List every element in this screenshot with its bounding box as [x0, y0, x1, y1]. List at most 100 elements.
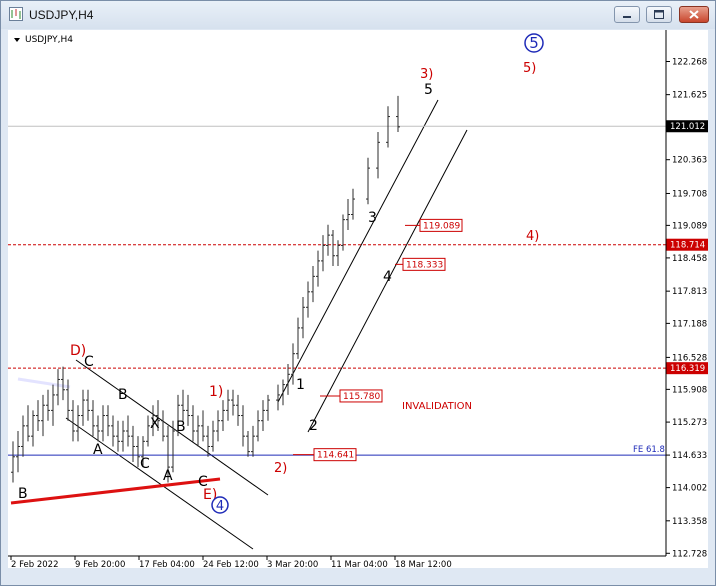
time-tick-label: 3 Mar 20:00	[267, 560, 318, 568]
ohlc-bar	[126, 415, 130, 447]
ohlc-bar	[311, 266, 315, 303]
upper-channel-line	[277, 99, 439, 403]
ohlc-bar	[46, 389, 50, 421]
wave-label: B	[118, 387, 128, 403]
ohlc-bar	[301, 296, 305, 339]
wave-label: X	[150, 416, 160, 432]
wave-label: 4	[383, 269, 392, 285]
window-title: USDJPY,H4	[29, 8, 94, 22]
ohlc-bar	[111, 415, 115, 447]
wave-label: 3	[368, 210, 377, 226]
ohlc-bar	[81, 389, 85, 426]
chart-symbol-label: USDJPY,H4	[25, 35, 73, 45]
wave-label: 1	[296, 377, 305, 393]
wave-label: INVALIDATION	[402, 401, 472, 412]
ohlc-bar	[86, 389, 90, 421]
ohlc-bar	[21, 415, 25, 457]
ohlc-bar	[91, 400, 95, 437]
price-tick-label: 121.625	[672, 91, 707, 101]
candles	[11, 95, 400, 483]
ohlc-bar	[196, 415, 200, 447]
axes: 122.268 121.625 120.363 119.708 119.089 118.4…	[8, 30, 707, 570]
ohlc-bar	[346, 199, 350, 230]
time-tick-label: 2 Feb 2022	[11, 560, 59, 568]
price-chart[interactable]: USDJPY,H4 121.012 118.714 116.319 FE 61.8 1…	[8, 30, 708, 570]
ohlc-bar	[11, 441, 15, 483]
ohlc-bar	[191, 405, 195, 442]
wave-label: 2	[309, 418, 318, 434]
ohlc-bar	[76, 405, 80, 442]
maximize-button[interactable]	[646, 6, 672, 23]
wave-label: A	[93, 442, 103, 458]
price-box-label: 115.780	[343, 392, 380, 402]
ohlc-bar	[291, 343, 295, 385]
price-tick-label: 117.188	[672, 319, 707, 329]
ohlc-bar	[336, 240, 340, 267]
price-tick-label: 116.528	[672, 353, 707, 363]
horizontal-levels: 121.012 118.714 116.319 FE 61.8	[8, 120, 708, 456]
ohlc-bar	[211, 420, 215, 452]
ohlc-bar	[51, 384, 55, 426]
ohlc-bar	[201, 410, 205, 442]
level-label: 118.714	[670, 241, 705, 251]
close-button[interactable]	[679, 6, 709, 23]
triangle-lower-line	[65, 417, 254, 550]
ohlc-bar	[281, 379, 285, 406]
ohlc-bar	[41, 394, 45, 437]
symbol-dropdown-icon	[14, 38, 20, 42]
time-tick-label: 11 Mar 04:00	[331, 560, 388, 568]
chart-window-icon	[9, 7, 23, 21]
chart-plot-area[interactable]: USDJPY,H4 121.012 118.714 116.319 FE 61.8 1…	[8, 30, 708, 570]
price-tick-label: 120.363	[672, 156, 707, 166]
ohlc-bar	[236, 394, 240, 426]
price-box-label: 119.089	[423, 221, 460, 231]
ohlc-bar	[16, 431, 20, 473]
ohlc-bar	[266, 394, 270, 421]
ohlc-bar	[246, 431, 250, 457]
fib-label: FE 61.8	[633, 445, 665, 455]
price-tick-label: 113.358	[672, 517, 707, 527]
minimize-button[interactable]	[614, 6, 640, 23]
ohlc-bar	[226, 389, 230, 421]
ohlc-bar	[131, 425, 135, 462]
ohlc-bar	[216, 410, 220, 442]
ohlc-bar	[36, 400, 40, 432]
wave-label: C	[84, 354, 94, 370]
ohlc-bar	[296, 317, 300, 359]
ohlc-bar	[31, 410, 35, 447]
current-price-label: 121.012	[670, 122, 705, 132]
wave-label: B	[18, 486, 28, 502]
ohlc-bar	[71, 400, 75, 442]
ohlc-bar	[306, 281, 310, 318]
ohlc-bar	[116, 420, 120, 452]
price-tick-label: 114.002	[672, 484, 707, 494]
ohlc-bar	[321, 235, 325, 272]
circled-wave-label: 5	[529, 34, 539, 52]
wave-label: 1)	[209, 384, 223, 400]
price-tick-label: 112.728	[672, 549, 707, 559]
ohlc-bar	[106, 405, 110, 437]
minimize-icon	[623, 16, 631, 18]
close-icon	[689, 10, 699, 19]
time-tick-label: 9 Feb 20:00	[75, 560, 125, 568]
maximize-icon	[654, 10, 664, 19]
price-tick-label: 119.089	[672, 221, 707, 231]
wave-label: B	[176, 419, 186, 435]
title-bar[interactable]: USDJPY,H4	[1, 1, 715, 29]
ohlc-bar	[376, 132, 380, 179]
ohlc-bar	[61, 366, 65, 401]
wave-label: 5	[424, 82, 433, 98]
wave-label: 3)	[420, 67, 433, 82]
wave-label: A	[163, 468, 173, 484]
ohlc-bar	[351, 188, 355, 220]
ohlc-bar	[261, 400, 265, 432]
red-trendline	[10, 477, 221, 505]
wave-annotations: D)CBAXCBA CE)B1)2)12343)54)5)INVALIDATION…	[18, 33, 544, 514]
circled-wave-label: 4	[216, 499, 224, 514]
ohlc-bar	[331, 229, 335, 267]
price-box-label: 114.641	[317, 451, 354, 461]
price-tick-label: 115.908	[672, 385, 707, 395]
wave-label: 5)	[523, 61, 536, 76]
ohlc-bar	[26, 405, 30, 442]
wave-label: 2)	[274, 461, 287, 476]
